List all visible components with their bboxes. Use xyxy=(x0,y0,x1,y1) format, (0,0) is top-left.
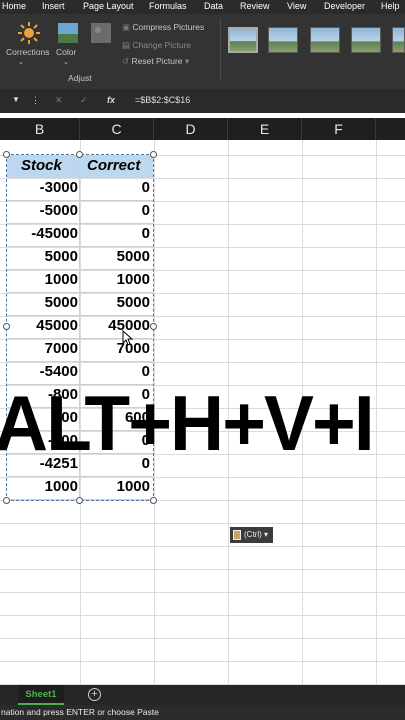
column-headers: B C D E F xyxy=(0,118,405,140)
chevron-down-icon: ▾ xyxy=(261,530,269,539)
column-header-c[interactable]: C xyxy=(80,118,154,140)
tab-help[interactable]: Help xyxy=(381,1,400,11)
chevron-down-icon: ⌄ xyxy=(63,59,69,66)
picture-style-3[interactable] xyxy=(310,27,340,53)
resize-handle[interactable] xyxy=(3,151,10,158)
compress-pictures-label: Compress Pictures xyxy=(132,22,205,32)
resize-handle[interactable] xyxy=(150,497,157,504)
picture-style-1[interactable] xyxy=(228,27,258,53)
ribbon-tab-bar: Home Insert Page Layout Formulas Data Re… xyxy=(0,0,405,14)
name-box-dropdown-icon[interactable]: ▼ xyxy=(12,95,20,104)
tab-home[interactable]: Home xyxy=(2,1,26,11)
tab-developer[interactable]: Developer xyxy=(324,1,365,11)
resize-handle[interactable] xyxy=(3,323,10,330)
sheet-tab-bar: Sheet1 + xyxy=(0,685,405,705)
change-picture-label: Change Picture xyxy=(132,40,191,50)
resize-handle[interactable] xyxy=(76,497,83,504)
chevron-down-icon: ⌄ xyxy=(18,59,24,66)
status-bar: nation and press ENTER or choose Paste xyxy=(0,705,405,720)
ribbon-picture-format: Corrections ⌄ Color ⌄ ▣ Compress Picture… xyxy=(0,14,405,89)
formula-input[interactable]: =$B$2:$C$16 xyxy=(135,95,190,105)
tab-data[interactable]: Data xyxy=(204,1,223,11)
paste-options-label: (Ctrl) xyxy=(244,530,262,539)
tab-view[interactable]: View xyxy=(287,1,306,11)
column-header-e[interactable]: E xyxy=(228,118,302,140)
column-header-b[interactable]: B xyxy=(0,118,80,140)
tab-page-layout[interactable]: Page Layout xyxy=(83,1,134,11)
picture-style-2[interactable] xyxy=(268,27,298,53)
column-header-f[interactable]: F xyxy=(302,118,376,140)
shortcut-overlay-text: ALT+H+V+I xyxy=(0,379,375,467)
corrections-button[interactable]: Corrections xyxy=(6,47,49,57)
mouse-cursor-icon xyxy=(122,330,134,346)
picture-style-4[interactable] xyxy=(351,27,381,53)
formula-bar: ▼ ⋮ ✕ ✓ fx =$B$2:$C$16 xyxy=(0,89,405,113)
color-button[interactable]: Color xyxy=(56,47,76,57)
ribbon-divider xyxy=(220,18,221,80)
compress-pictures-button[interactable]: ▣ Compress Pictures xyxy=(122,22,204,33)
enter-icon[interactable]: ✓ xyxy=(80,95,88,106)
artistic-effects-icon[interactable] xyxy=(90,22,114,44)
resize-handle[interactable] xyxy=(3,497,10,504)
tab-formulas[interactable]: Formulas xyxy=(149,1,187,11)
add-sheet-button[interactable]: + xyxy=(88,688,101,701)
resize-handle[interactable] xyxy=(150,323,157,330)
adjust-group-label: Adjust xyxy=(68,73,92,83)
column-header-d[interactable]: D xyxy=(154,118,228,140)
clipboard-icon xyxy=(233,530,241,540)
color-icon[interactable] xyxy=(57,22,81,44)
more-options-icon[interactable]: ⋮ xyxy=(31,95,40,106)
grid-line xyxy=(376,140,377,685)
reset-picture-button[interactable]: ↺ Reset Picture ▾ xyxy=(122,56,189,67)
reset-picture-label: Reset Picture xyxy=(131,56,183,66)
picture-style-5[interactable] xyxy=(392,27,405,53)
sheet-tab-sheet1[interactable]: Sheet1 xyxy=(18,685,64,705)
change-picture-button[interactable]: ▤ Change Picture xyxy=(122,40,191,51)
resize-handle[interactable] xyxy=(76,151,83,158)
resize-handle[interactable] xyxy=(150,151,157,158)
tab-insert[interactable]: Insert xyxy=(42,1,65,11)
insert-function-button[interactable]: fx xyxy=(107,95,115,105)
paste-options-button[interactable]: (Ctrl) ▾ xyxy=(230,527,273,543)
tab-review[interactable]: Review xyxy=(240,1,270,11)
cancel-icon[interactable]: ✕ xyxy=(55,95,63,106)
corrections-icon[interactable] xyxy=(17,22,41,44)
